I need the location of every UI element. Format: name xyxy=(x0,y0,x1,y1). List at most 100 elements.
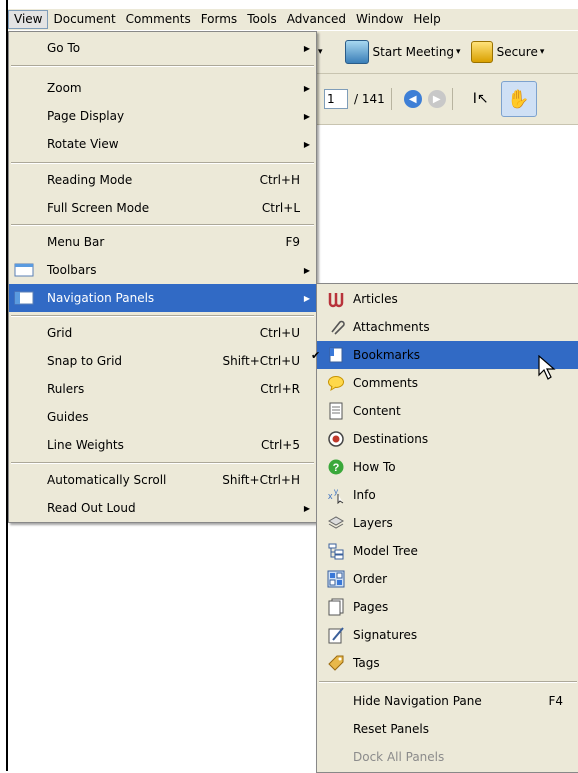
menu-item-automatically-scroll[interactable]: Automatically Scroll Shift+Ctrl+H xyxy=(9,466,316,494)
menu-separator xyxy=(319,681,577,683)
menu-item-label: Tags xyxy=(353,656,380,670)
menu-item-go-to[interactable]: Go To ▶ xyxy=(9,34,316,62)
menu-item-label: Menu Bar xyxy=(47,235,105,249)
menu-item-full-screen-mode[interactable]: Full Screen Mode Ctrl+L xyxy=(9,194,316,222)
start-meeting-button[interactable]: Start Meeting xyxy=(373,45,455,59)
menu-window[interactable]: Window xyxy=(351,10,408,29)
toolbar-dropdown-icon[interactable]: ▾ xyxy=(318,47,323,57)
menu-item-reset-panels[interactable]: Reset Panels xyxy=(317,715,578,743)
svg-text:?: ? xyxy=(333,462,340,474)
shortcut-label: Shift+Ctrl+H xyxy=(222,473,300,487)
menu-item-label: Dock All Panels xyxy=(353,750,445,764)
toolbar-row-2: 1 / 141 ◀ ▶ I↖ ✋ xyxy=(316,74,578,125)
menu-help[interactable]: Help xyxy=(408,10,445,29)
menu-forms[interactable]: Forms xyxy=(196,10,242,29)
submenu-arrow-icon: ▶ xyxy=(303,43,310,53)
menu-item-menu-bar[interactable]: Menu Bar F9 xyxy=(9,228,316,256)
menu-item-snap-to-grid[interactable]: Snap to Grid Shift+Ctrl+U xyxy=(9,347,316,375)
nav-item-articles[interactable]: Articles xyxy=(317,285,578,313)
menu-item-label: Automatically Scroll xyxy=(47,473,167,487)
menu-item-label: Model Tree xyxy=(353,544,418,558)
menu-item-label: Rulers xyxy=(47,382,85,396)
shortcut-label: Ctrl+H xyxy=(259,173,300,187)
submenu-arrow-icon: ▶ xyxy=(303,83,310,93)
menu-item-guides[interactable]: Guides xyxy=(9,403,316,431)
menu-item-rulers[interactable]: Rulers Ctrl+R xyxy=(9,375,316,403)
menu-item-toolbars[interactable]: Toolbars ▶ xyxy=(9,256,316,284)
shortcut-label: Shift+Ctrl+U xyxy=(222,354,300,368)
menu-item-zoom[interactable]: Zoom ▶ xyxy=(9,74,316,102)
meeting-icon[interactable] xyxy=(344,40,369,64)
help-icon: ? xyxy=(327,458,345,476)
menu-item-label: Content xyxy=(353,404,401,418)
menu-item-label: Navigation Panels xyxy=(47,291,155,305)
nav-item-content[interactable]: Content xyxy=(317,397,578,425)
menu-item-label: Bookmarks xyxy=(353,348,421,362)
content-icon xyxy=(327,402,345,420)
menu-item-reading-mode[interactable]: Reading Mode Ctrl+H xyxy=(9,166,316,194)
menu-item-grid[interactable]: Grid Ctrl+U xyxy=(9,319,316,347)
start-meeting-dropdown-icon[interactable]: ▾ xyxy=(456,47,461,57)
menu-item-navigation-panels[interactable]: Navigation Panels ▶ xyxy=(9,284,316,312)
nav-item-destinations[interactable]: Destinations xyxy=(317,425,578,453)
menu-item-hide-navigation-pane[interactable]: Hide Navigation Pane F4 xyxy=(317,687,578,715)
menu-separator xyxy=(11,315,314,317)
nav-item-tags[interactable]: Tags xyxy=(317,649,578,677)
nav-item-info[interactable]: xy Info xyxy=(317,481,578,509)
menu-item-line-weights[interactable]: Line Weights Ctrl+5 xyxy=(9,431,316,459)
document-area xyxy=(316,125,578,285)
submenu-arrow-icon: ▶ xyxy=(303,265,310,275)
menu-comments[interactable]: Comments xyxy=(121,10,196,29)
menu-item-label: Signatures xyxy=(353,628,418,642)
nav-item-pages[interactable]: Pages xyxy=(317,593,578,621)
menu-item-dock-all-panels[interactable]: Dock All Panels xyxy=(317,743,578,771)
previous-page-icon[interactable]: ◀ xyxy=(403,90,422,108)
menu-item-label: Page Display xyxy=(47,109,125,123)
navigation-panels-icon xyxy=(13,287,35,309)
menu-view[interactable]: View xyxy=(8,10,49,29)
pages-icon xyxy=(327,598,345,616)
menu-separator xyxy=(11,162,314,164)
menu-document[interactable]: Document xyxy=(48,10,120,29)
menu-item-page-display[interactable]: Page Display ▶ xyxy=(9,102,316,130)
lock-icon[interactable] xyxy=(470,41,493,63)
hand-tool-icon[interactable]: ✋ xyxy=(500,81,537,117)
svg-text:x: x xyxy=(328,491,333,501)
shortcut-label: Ctrl+5 xyxy=(260,438,300,452)
page-number-input[interactable]: 1 xyxy=(324,89,348,109)
view-menu-dropdown: Go To ▶ Zoom ▶ Page Display ▶ Rotate Vie… xyxy=(8,31,317,523)
checkmark-icon: ✔ xyxy=(311,348,321,362)
shortcut-label: F9 xyxy=(285,235,300,249)
toolbars-icon xyxy=(13,259,35,281)
nav-item-signatures[interactable]: Signatures xyxy=(317,621,578,649)
nav-item-layers[interactable]: Layers xyxy=(317,509,578,537)
next-page-icon[interactable]: ▶ xyxy=(427,90,446,108)
menu-item-label: Go To xyxy=(47,41,81,55)
select-tool-icon[interactable]: I↖ xyxy=(473,91,489,107)
shortcut-label: Ctrl+R xyxy=(260,382,300,396)
bookmarks-icon xyxy=(327,346,345,364)
menubar: View Document Comments Forms Tools Advan… xyxy=(8,9,578,30)
menu-item-label: Line Weights xyxy=(47,438,124,452)
secure-dropdown-icon[interactable]: ▾ xyxy=(540,47,545,57)
submenu-arrow-icon: ▶ xyxy=(303,503,310,513)
nav-item-how-to[interactable]: ? How To xyxy=(317,453,578,481)
model-tree-icon xyxy=(327,542,345,560)
menu-advanced[interactable]: Advanced xyxy=(282,10,351,29)
menu-item-rotate-view[interactable]: Rotate View ▶ xyxy=(9,130,316,158)
comment-bubble-icon xyxy=(327,374,345,392)
menu-item-label: Info xyxy=(353,488,376,502)
menu-separator xyxy=(11,462,314,464)
submenu-arrow-icon: ▶ xyxy=(303,293,310,303)
menu-item-label: Grid xyxy=(47,326,73,340)
nav-item-attachments[interactable]: Attachments xyxy=(317,313,578,341)
menu-item-read-out-loud[interactable]: Read Out Loud ▶ xyxy=(9,494,316,522)
target-icon xyxy=(327,430,345,448)
menu-tools[interactable]: Tools xyxy=(242,10,282,29)
menu-item-label: How To xyxy=(353,460,396,474)
menu-item-label: Articles xyxy=(353,292,398,306)
secure-button[interactable]: Secure xyxy=(497,45,538,59)
nav-item-model-tree[interactable]: Model Tree xyxy=(317,537,578,565)
menu-item-label: Order xyxy=(353,572,388,586)
nav-item-order[interactable]: Order xyxy=(317,565,578,593)
